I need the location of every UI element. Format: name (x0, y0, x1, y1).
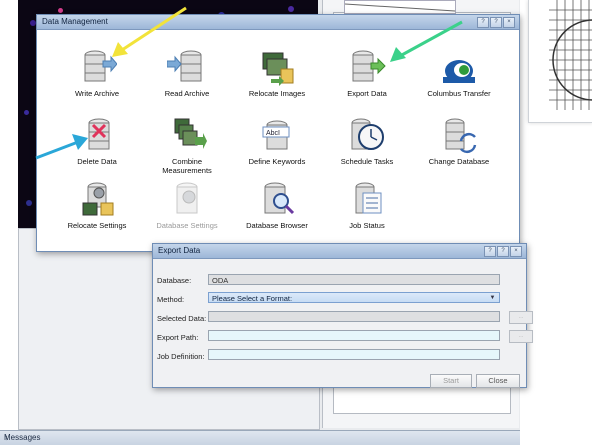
green-arrow (390, 20, 463, 62)
yellow-arrow (112, 6, 187, 57)
annotation-arrows (35, 6, 463, 160)
cyan-arrow (35, 134, 88, 160)
